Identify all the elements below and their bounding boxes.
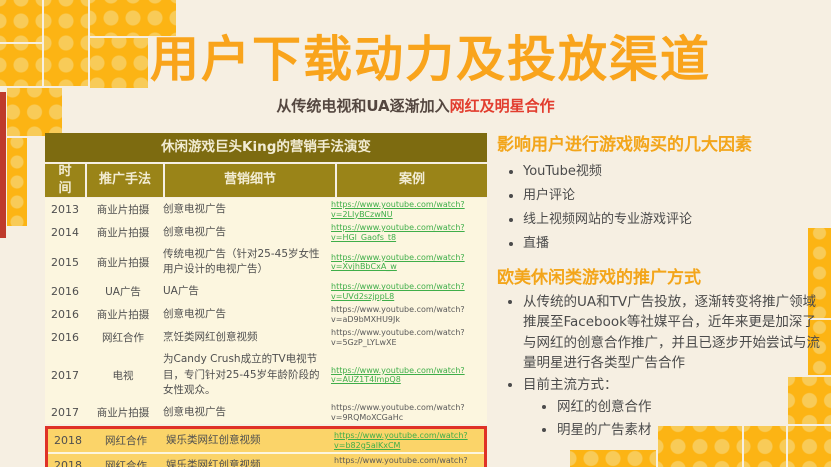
cell-detail: 为Candy Crush成立的TV电视节目，专门针对25-45岁年龄阶段的女性观…: [163, 353, 320, 396]
cell-year: 2015: [51, 255, 79, 269]
cell-detail: 创意电视广告: [163, 308, 226, 321]
subtitle-highlight: 网红及明星合作: [449, 97, 555, 115]
bullet-item: 直播: [523, 232, 821, 251]
slide: 用户下载动力及投放渠道 从传统电视和UA逐渐加入网红及明星合作 休闲游戏巨头Ki…: [0, 0, 831, 467]
cell-case: https://www.youtube.com/watch?v=2LIyBCzw…: [331, 200, 487, 219]
table-row: 2017 商业片拍摄 创意电视广告 https://www.youtube.com/w…: [45, 401, 487, 425]
cell-detail: 娱乐类网红创意视频: [166, 433, 261, 446]
lego-brick-decoration: [570, 450, 656, 467]
case-link[interactable]: https://www.youtube.com/watch?v=HGl_Gaof…: [331, 223, 465, 242]
table-body: 2013 商业片拍摄 创意电视广告 https://www.youtube.com/w…: [45, 198, 487, 425]
cell-method: 电视: [112, 369, 134, 382]
column-header-method: 推广手法: [87, 164, 163, 197]
case-link[interactable]: https://www.youtube.com/watch?v=UVd2szjp…: [331, 282, 465, 301]
column-header-case: 案例: [337, 164, 487, 197]
table-row: 2014 商业片拍摄 创意电视广告 https://www.youtube.com/w…: [45, 221, 487, 244]
bullet-item: 用户评论: [523, 184, 821, 203]
cell-year: 2013: [51, 203, 79, 216]
cell-case: https://www.youtube.com/watch?v=HGl_Gaof…: [331, 223, 487, 242]
cell-method: 商业片拍摄: [96, 309, 150, 322]
case-link[interactable]: https://www.youtube.com/watch?v=5GzP_LYL…: [331, 328, 465, 347]
section2-bullet-list: 从传统的UA和TV广告投放，逐渐转变将推广领域推展至Facebook等社媒平台，…: [497, 292, 821, 440]
cell-year: 2018: [54, 459, 82, 467]
lego-brick-decoration: [0, 0, 42, 42]
cell-year: 2016: [51, 308, 79, 322]
column-header-time: 时间: [45, 164, 85, 197]
case-link[interactable]: https://www.youtube.com/watch?v=gN7Bayo8…: [334, 456, 468, 467]
sub-bullet-item: 网红的创意合作: [557, 397, 821, 417]
table-row: 2013 商业片拍摄 创意电视广告 https://www.youtube.com/w…: [45, 198, 487, 221]
sub-bullet-item: 明星的广告素材: [557, 420, 821, 440]
case-link[interactable]: https://www.youtube.com/watch?v=b82g5alK…: [334, 431, 468, 450]
cell-year: 2016: [51, 331, 79, 345]
cell-year: 2017: [51, 368, 79, 382]
cell-method: 网红合作: [102, 332, 144, 345]
marketing-table: 休闲游戏巨头King的营销手法演变 时间 推广手法 营销细节 案例 2013 商业…: [45, 133, 487, 467]
case-link[interactable]: https://www.youtube.com/watch?v=9RQMoXCG…: [331, 403, 465, 422]
cell-case: https://www.youtube.com/watch?v=AUZ1T4Im…: [331, 366, 487, 385]
case-link[interactable]: https://www.youtube.com/watch?v=XvjhBbCx…: [331, 253, 465, 272]
lego-brick-decoration: [0, 44, 42, 86]
cell-year: 2018: [54, 434, 82, 448]
cell-year: 2017: [51, 406, 79, 420]
red-edge-strip: [0, 92, 6, 238]
highlighted-rows-group: 2018 网红合作 娱乐类网红创意视频 https://www.youtube.com…: [45, 426, 487, 467]
cell-method: 商业片拍摄: [96, 227, 150, 239]
cell-case: https://www.youtube.com/watch?v=5GzP_LYL…: [331, 328, 487, 347]
cell-case: https://www.youtube.com/watch?v=aD9bMXHU…: [331, 305, 487, 324]
case-link[interactable]: https://www.youtube.com/watch?v=aD9bMXHU…: [331, 305, 465, 324]
cell-case: https://www.youtube.com/watch?v=9RQMoXCG…: [331, 403, 487, 422]
bullet-item: YouTube视频: [523, 160, 821, 179]
cell-detail: 烹饪类网红创意视频: [163, 331, 258, 344]
cell-detail: UA广告: [163, 285, 199, 298]
table-row: 2018 网红合作 娱乐类网红创意视频 https://www.youtube.com…: [48, 429, 484, 453]
cell-method: 商业片拍摄: [96, 204, 150, 216]
section2-heading: 欧美休闲类游戏的推广方式: [497, 268, 701, 288]
section2: 欧美休闲类游戏的推广方式 从传统的UA和TV广告投放，逐渐转变将推广领域推展至F…: [497, 263, 821, 440]
cell-case: https://www.youtube.com/watch?v=b82g5alK…: [334, 431, 484, 450]
column-header-detail: 营销细节: [165, 164, 335, 197]
cell-case: https://www.youtube.com/watch?v=XvjhBbCx…: [331, 253, 487, 272]
section1-bullet-list: YouTube视频用户评论线上视频网站的专业游戏评论直播: [497, 160, 821, 251]
page-title: 用户下载动力及投放渠道: [149, 31, 711, 88]
cell-detail: 创意电视广告: [163, 225, 226, 238]
cell-detail: 创意电视广告: [163, 405, 226, 418]
table-row: 2017 电视 为Candy Crush成立的TV电视节目，专门针对25-45岁年龄…: [45, 349, 487, 402]
case-link[interactable]: https://www.youtube.com/watch?v=2LIyBCzw…: [331, 200, 465, 219]
page-subtitle: 从传统电视和UA逐渐加入网红及明星合作: [60, 95, 771, 116]
bullet-item: 从传统的UA和TV广告投放，逐渐转变将推广领域推展至Facebook等社媒平台，…: [523, 292, 821, 373]
lego-brick-decoration: [7, 88, 62, 136]
table-row: 2015 商业片拍摄 传统电视广告（针对25-45岁女性用户设计的电视广告） http…: [45, 244, 487, 281]
table-title: 休闲游戏巨头King的营销手法演变: [45, 133, 487, 162]
cell-method: UA广告: [105, 286, 141, 299]
table-row: 2016 网红合作 烹饪类网红创意视频 https://www.youtube.com…: [45, 326, 487, 350]
cell-method: 网红合作: [105, 435, 147, 448]
table-row: 2018 网红合作 娱乐类网红创意视频 https://www.youtube.com…: [48, 454, 484, 467]
table-row: 2016 UA广告 UA广告 https://www.youtube.com/watc…: [45, 280, 487, 304]
cell-method: 网红合作: [105, 460, 147, 467]
cell-detail: 创意电视广告: [163, 202, 226, 215]
cell-detail: 娱乐类网红创意视频: [166, 458, 261, 467]
cell-method: 商业片拍摄: [96, 256, 150, 269]
cell-method: 商业片拍摄: [96, 407, 150, 420]
case-link[interactable]: https://www.youtube.com/watch?v=AUZ1T4Im…: [331, 366, 465, 385]
cell-case: https://www.youtube.com/watch?v=gN7Bayo8…: [334, 456, 484, 467]
table-header: 时间 推广手法 营销细节 案例: [45, 164, 487, 197]
section2-sub-list: 网红的创意合作明星的广告素材: [523, 397, 821, 440]
section1-heading: 影响用户进行游戏购买的几大因素: [497, 135, 752, 155]
lego-brick-decoration: [7, 138, 27, 226]
right-panel: 影响用户进行游戏购买的几大因素 YouTube视频用户评论线上视频网站的专业游戏…: [497, 130, 821, 448]
cell-case: https://www.youtube.com/watch?v=UVd2szjp…: [331, 282, 487, 301]
subtitle-prefix: 从传统电视和UA逐渐加入: [276, 97, 450, 115]
bullet-item: 线上视频网站的专业游戏评论: [523, 208, 821, 227]
cell-year: 2014: [51, 226, 79, 239]
bullet-item: 目前主流方式：网红的创意合作明星的广告素材: [523, 375, 821, 440]
table-row: 2016 商业片拍摄 创意电视广告 https://www.youtube.com/w…: [45, 303, 487, 327]
cell-year: 2016: [51, 285, 79, 299]
cell-detail: 传统电视广告（针对25-45岁女性用户设计的电视广告）: [163, 248, 320, 276]
